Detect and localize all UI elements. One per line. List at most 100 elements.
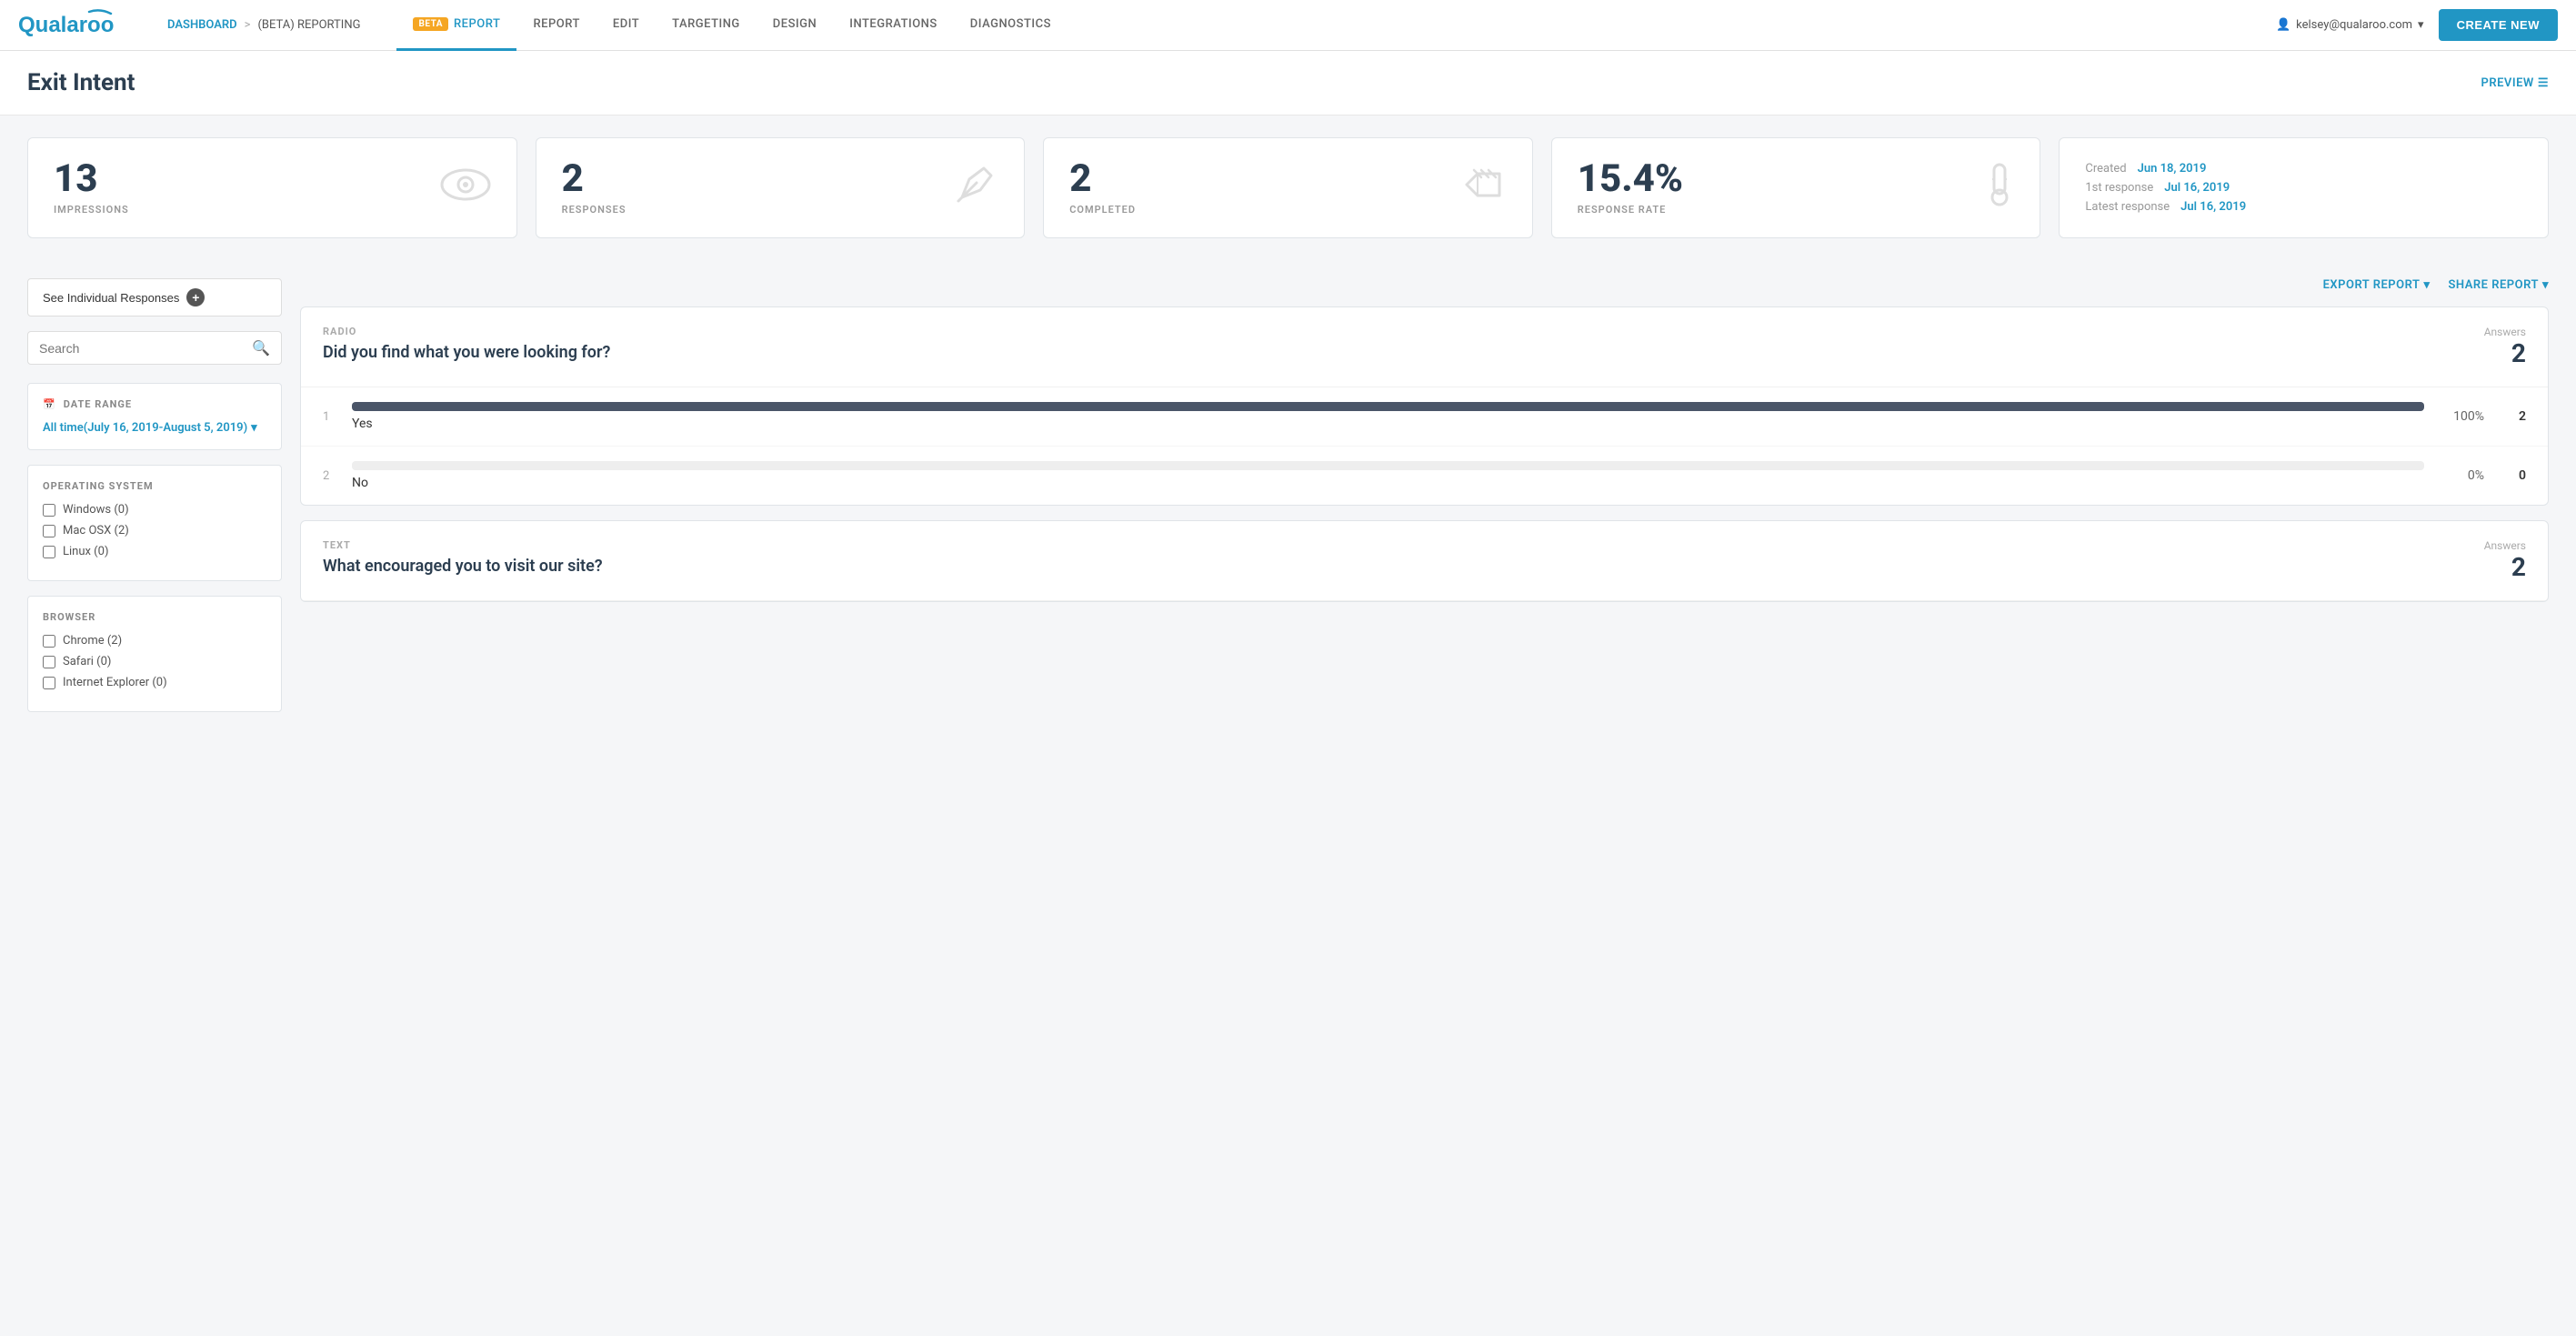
- answer-yes-count: 2: [2499, 409, 2526, 424]
- export-chevron-icon: ▾: [2423, 278, 2430, 292]
- browser-chrome-checkbox[interactable]: [43, 635, 55, 648]
- logo-text: Qualaroo: [18, 6, 145, 45]
- user-email: kelsey@qualaroo.com: [2296, 18, 2412, 32]
- response-rate-number: 15.4%: [1578, 160, 1683, 198]
- created-value: Jun 18, 2019: [2138, 162, 2207, 176]
- stat-card-responses: 2 RESPONSES: [536, 137, 1026, 238]
- date-range-link[interactable]: All time(July 16, 2019-August 5, 2019) ▾: [43, 421, 266, 435]
- breadcrumb: DASHBOARD > (BETA) REPORTING: [167, 18, 360, 32]
- nav-tabs: BETA REPORT REPORT EDIT TARGETING DESIGN…: [396, 0, 1067, 51]
- question-1-header: RADIO Did you find what you were looking…: [301, 307, 2548, 387]
- plus-icon: +: [186, 288, 205, 306]
- tab-integrations[interactable]: INTEGRATIONS: [833, 0, 954, 51]
- date-range-chevron: ▾: [251, 421, 257, 435]
- svg-text:Qualaroo: Qualaroo: [18, 13, 114, 37]
- progress-bar-yes: [352, 402, 2424, 411]
- tab-targeting[interactable]: TARGETING: [656, 0, 757, 51]
- tab-beta-report[interactable]: BETA REPORT: [396, 0, 516, 51]
- completed-number: 2: [1069, 160, 1136, 198]
- question-2-type: TEXT: [323, 539, 603, 551]
- see-individual-text: See Individual Responses: [43, 291, 179, 305]
- os-mac[interactable]: Mac OSX (2): [43, 524, 266, 537]
- question-1-answers-count: 2: [2484, 338, 2526, 368]
- answer-row-yes: 1 Yes 100% 2: [301, 387, 2548, 447]
- question-2-header: TEXT What encouraged you to visit our si…: [301, 521, 2548, 601]
- os-linux[interactable]: Linux (0): [43, 545, 266, 558]
- browser-safari-label: Safari (0): [63, 655, 111, 668]
- question-2-text: What encouraged you to visit our site?: [323, 557, 603, 576]
- answer-yes-pct: 100%: [2439, 409, 2484, 424]
- responses-icon: [951, 161, 998, 216]
- browser-section: BROWSER Chrome (2) Safari (0) Internet E…: [27, 596, 282, 712]
- tab-design[interactable]: DESIGN: [757, 0, 833, 51]
- see-individual-responses-button[interactable]: See Individual Responses +: [27, 278, 282, 316]
- share-chevron-icon: ▾: [2542, 278, 2549, 292]
- browser-safari-checkbox[interactable]: [43, 656, 55, 668]
- progress-bar-yes-fill: [352, 402, 2424, 411]
- first-response-row: 1st response Jul 16, 2019: [2085, 181, 2230, 195]
- os-windows[interactable]: Windows (0): [43, 503, 266, 517]
- answer-num-1: 1: [323, 410, 337, 424]
- create-new-button[interactable]: CREATE NEW: [2439, 9, 2558, 41]
- share-report-button[interactable]: SHARE REPORT ▾: [2448, 278, 2549, 292]
- stat-card-completed: 2 COMPLETED: [1043, 137, 1533, 238]
- preview-button[interactable]: PREVIEW ☰: [2481, 76, 2549, 90]
- answer-num-2: 2: [323, 469, 337, 483]
- browser-ie-label: Internet Explorer (0): [63, 676, 167, 689]
- page-title: Exit Intent: [27, 69, 135, 96]
- latest-response-value: Jul 16, 2019: [2180, 200, 2246, 214]
- tab-diagnostics[interactable]: DIAGNOSTICS: [954, 0, 1067, 51]
- browser-ie-checkbox[interactable]: [43, 677, 55, 689]
- created-label: Created: [2085, 162, 2126, 176]
- beta-badge: BETA: [413, 17, 448, 31]
- question-card-1: RADIO Did you find what you were looking…: [300, 306, 2549, 506]
- first-response-label: 1st response: [2085, 181, 2153, 195]
- responses-label: RESPONSES: [562, 204, 626, 216]
- export-report-button[interactable]: EXPORT REPORT ▾: [2323, 278, 2431, 292]
- calendar-icon: 📅: [43, 398, 56, 410]
- answer-no-count: 0: [2499, 468, 2526, 483]
- report-actions: EXPORT REPORT ▾ SHARE REPORT ▾: [300, 278, 2549, 292]
- main-content: See Individual Responses + 🔍 📅 DATE RANG…: [0, 260, 2576, 745]
- logo-svg: Qualaroo: [18, 6, 145, 39]
- search-input[interactable]: [39, 341, 252, 356]
- question-1-type: RADIO: [323, 326, 610, 337]
- os-windows-checkbox[interactable]: [43, 504, 55, 517]
- tab-edit[interactable]: EDIT: [596, 0, 656, 51]
- breadcrumb-separator: >: [245, 18, 251, 32]
- answer-yes-text: Yes: [352, 417, 2424, 431]
- response-rate-icon: [1985, 161, 2014, 216]
- search-box[interactable]: 🔍: [27, 331, 282, 365]
- tab-beta-report-label: REPORT: [454, 17, 500, 31]
- stats-row: 13 IMPRESSIONS 2 RESPONSES 2 COMPLETED: [0, 116, 2576, 260]
- dashboard-link[interactable]: DASHBOARD: [167, 18, 237, 32]
- date-range-title: 📅 DATE RANGE: [43, 398, 266, 410]
- question-2-answers-count: 2: [2484, 552, 2526, 582]
- search-icon: 🔍: [252, 339, 270, 357]
- logo[interactable]: Qualaroo: [18, 6, 145, 45]
- os-title: OPERATING SYSTEM: [43, 480, 266, 492]
- progress-bar-no: [352, 461, 2424, 470]
- breadcrumb-current: (BETA) REPORTING: [257, 18, 360, 32]
- question-2-answers-label: Answers: [2484, 539, 2526, 552]
- os-linux-label: Linux (0): [63, 545, 108, 558]
- response-rate-label: RESPONSE RATE: [1578, 204, 1683, 216]
- created-date-row: Created Jun 18, 2019: [2085, 162, 2206, 176]
- answer-no-pct: 0%: [2439, 468, 2484, 483]
- tab-report[interactable]: REPORT: [516, 0, 596, 51]
- browser-safari[interactable]: Safari (0): [43, 655, 266, 668]
- user-menu[interactable]: 👤 kelsey@qualaroo.com ▾: [2276, 18, 2424, 32]
- os-linux-checkbox[interactable]: [43, 546, 55, 558]
- browser-ie[interactable]: Internet Explorer (0): [43, 676, 266, 689]
- first-response-value: Jul 16, 2019: [2164, 181, 2230, 195]
- question-1-text: Did you find what you were looking for?: [323, 343, 610, 362]
- answer-yes-content: Yes: [352, 402, 2424, 431]
- completed-label: COMPLETED: [1069, 204, 1136, 216]
- impressions-icon: [440, 165, 491, 212]
- nav-right: 👤 kelsey@qualaroo.com ▾ CREATE NEW: [2276, 9, 2558, 41]
- browser-chrome[interactable]: Chrome (2): [43, 634, 266, 648]
- os-mac-checkbox[interactable]: [43, 525, 55, 537]
- top-navigation: Qualaroo DASHBOARD > (BETA) REPORTING BE…: [0, 0, 2576, 51]
- date-range-section: 📅 DATE RANGE All time(July 16, 2019-Augu…: [27, 383, 282, 450]
- os-windows-label: Windows (0): [63, 503, 129, 517]
